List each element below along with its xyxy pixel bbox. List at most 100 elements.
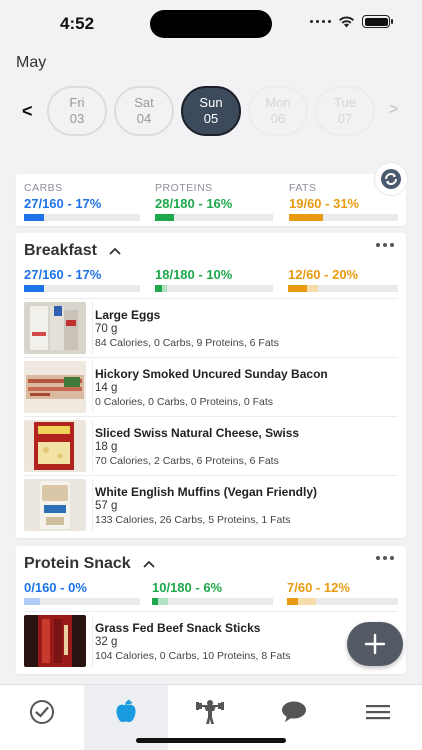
- proteins-value: 28/180 - 16%: [155, 196, 233, 211]
- food-item[interactable]: Hickory Smoked Uncured Sunday Bacon 14 g…: [24, 357, 398, 415]
- previous-day-chevron-icon[interactable]: <: [22, 101, 33, 122]
- meal-macros: 0/160 - 0% 10/180 - 6% 7/60 - 12%: [16, 580, 406, 606]
- day-tue[interactable]: Tue 07: [315, 86, 375, 136]
- meal-title-text: Protein Snack: [24, 555, 131, 572]
- meal-carbs: 0/160 - 0%: [24, 580, 140, 605]
- food-nutrition: 133 Calories, 26 Carbs, 5 Proteins, 1 Fa…: [95, 514, 291, 526]
- chevron-up-icon[interactable]: [143, 560, 155, 568]
- food-thumbnail-muffins: [24, 479, 86, 531]
- meal-fats-bar: [288, 285, 398, 292]
- proteins-progress-bar: [155, 214, 273, 221]
- signal-icon: [310, 20, 331, 23]
- food-item[interactable]: Grass Fed Beef Snack Sticks 32 g 104 Cal…: [24, 611, 398, 669]
- status-time: 4:52: [60, 14, 95, 33]
- meal-fats-fill: [288, 285, 307, 292]
- meal-carbs-value: 27/160 - 17%: [24, 267, 102, 282]
- day-fri[interactable]: Fri 03: [47, 86, 107, 136]
- meal-proteins: 10/180 - 6%: [152, 580, 273, 605]
- menu-icon: [366, 705, 390, 720]
- food-nutrition: 70 Calories, 2 Carbs, 6 Proteins, 6 Fats: [95, 455, 279, 467]
- food-item[interactable]: Large Eggs 70 g 84 Calories, 0 Carbs, 9 …: [24, 298, 398, 356]
- proteins-label: PROTEINS: [155, 182, 213, 194]
- meal-carbs-bar: [24, 285, 140, 292]
- food-thumbnail-eggs: [24, 302, 86, 354]
- meal-carbs-pending: [24, 598, 41, 605]
- meal-fats: 12/60 - 20%: [288, 267, 398, 292]
- meal-fats-pending: [298, 598, 316, 605]
- carbs-progress-fill: [24, 214, 44, 221]
- day-mon[interactable]: Mon 06: [248, 86, 308, 136]
- chat-bubble-icon: [282, 701, 306, 722]
- fats-progress-fill: [289, 214, 323, 221]
- meal-proteins-pending: [162, 285, 167, 292]
- meal-card-protein-snack: Protein Snack 0/160 - 0% 10/180 - 6% 7/6…: [16, 546, 406, 674]
- date-selector: < Fri 03 Sat 04 Sun 05 Mon 06 Tue 07 >: [0, 84, 422, 138]
- daily-macro-summary: CARBS 27/160 - 17% PROTEINS 28/180 - 16%…: [16, 162, 408, 226]
- add-food-button[interactable]: [347, 622, 403, 666]
- fats-value: 19/60 - 31%: [289, 196, 360, 211]
- sync-button[interactable]: [374, 162, 408, 196]
- meal-fats: 7/60 - 12%: [287, 580, 398, 605]
- meal-macros: 27/160 - 17% 18/180 - 10% 12/60 - 20%: [16, 267, 406, 293]
- food-nutrition: 104 Calories, 0 Carbs, 10 Proteins, 8 Fa…: [95, 650, 291, 662]
- more-options-icon[interactable]: [376, 556, 394, 560]
- food-nutrition: 84 Calories, 0 Carbs, 9 Proteins, 6 Fats: [95, 337, 279, 349]
- meal-proteins-value: 18/180 - 10%: [155, 267, 233, 282]
- day-name: Sun: [199, 95, 223, 110]
- month-label: May: [16, 54, 47, 71]
- day-number: 05: [203, 111, 219, 126]
- meal-carbs-bar: [24, 598, 140, 605]
- meal-proteins: 18/180 - 10%: [155, 267, 273, 292]
- day-sat[interactable]: Sat 04: [114, 86, 174, 136]
- day-name: Sat: [134, 95, 154, 110]
- tab-checklist[interactable]: [0, 685, 84, 750]
- day-number: 04: [136, 111, 152, 126]
- food-item[interactable]: White English Muffins (Vegan Friendly) 5…: [24, 475, 398, 533]
- food-item[interactable]: Sliced Swiss Natural Cheese, Swiss 18 g …: [24, 416, 398, 474]
- food-quantity: 70 g: [95, 323, 118, 335]
- food-quantity: 18 g: [95, 441, 118, 453]
- meal-carbs: 27/160 - 17%: [24, 267, 140, 292]
- day-name: Fri: [69, 95, 85, 110]
- food-name: Grass Fed Beef Snack Sticks: [95, 621, 261, 635]
- meal-proteins-value: 10/180 - 6%: [152, 580, 223, 595]
- food-thumbnail-cheese: [24, 420, 86, 472]
- food-name: Large Eggs: [95, 308, 161, 322]
- meal-carbs-value: 0/160 - 0%: [24, 580, 87, 595]
- more-options-icon[interactable]: [376, 243, 394, 247]
- meal-carbs-fill: [24, 285, 44, 292]
- day-number: 03: [69, 111, 85, 126]
- apple-icon: [116, 699, 136, 723]
- fats-progress-bar: [289, 214, 398, 221]
- day-number: 07: [337, 111, 353, 126]
- tab-menu[interactable]: [336, 685, 420, 750]
- day-number: 06: [270, 111, 286, 126]
- food-quantity: 14 g: [95, 382, 118, 394]
- home-indicator: [136, 738, 286, 743]
- meal-fats-pending: [306, 285, 318, 292]
- weightlifter-icon: [196, 700, 224, 724]
- summary-carbs: CARBS 27/160 - 17%: [24, 182, 140, 221]
- day-name: Tue: [334, 95, 356, 110]
- meal-proteins-bar: [155, 285, 273, 292]
- food-name: White English Muffins (Vegan Friendly): [95, 485, 318, 499]
- meal-title[interactable]: Breakfast: [24, 242, 122, 260]
- plus-icon: [364, 633, 386, 655]
- battery-icon: [362, 15, 393, 28]
- meal-title[interactable]: Protein Snack: [24, 555, 155, 573]
- proteins-progress-fill: [155, 214, 174, 221]
- meal-title-text: Breakfast: [24, 242, 97, 259]
- carbs-value: 27/160 - 17%: [24, 196, 102, 211]
- food-name: Hickory Smoked Uncured Sunday Bacon: [95, 367, 328, 381]
- day-sun-selected[interactable]: Sun 05: [181, 86, 241, 136]
- meal-card-breakfast: Breakfast 27/160 - 17% 18/180 - 10% 12/6…: [16, 233, 406, 538]
- meal-fats-value: 12/60 - 20%: [288, 267, 359, 282]
- wifi-icon: [339, 16, 354, 28]
- dynamic-island: [150, 10, 272, 38]
- chevron-up-icon[interactable]: [109, 247, 122, 255]
- food-quantity: 57 g: [95, 500, 118, 512]
- carbs-progress-bar: [24, 214, 140, 221]
- status-bar: 4:52: [0, 0, 422, 48]
- summary-proteins: PROTEINS 28/180 - 16%: [155, 182, 273, 221]
- next-day-chevron-icon[interactable]: >: [389, 101, 398, 119]
